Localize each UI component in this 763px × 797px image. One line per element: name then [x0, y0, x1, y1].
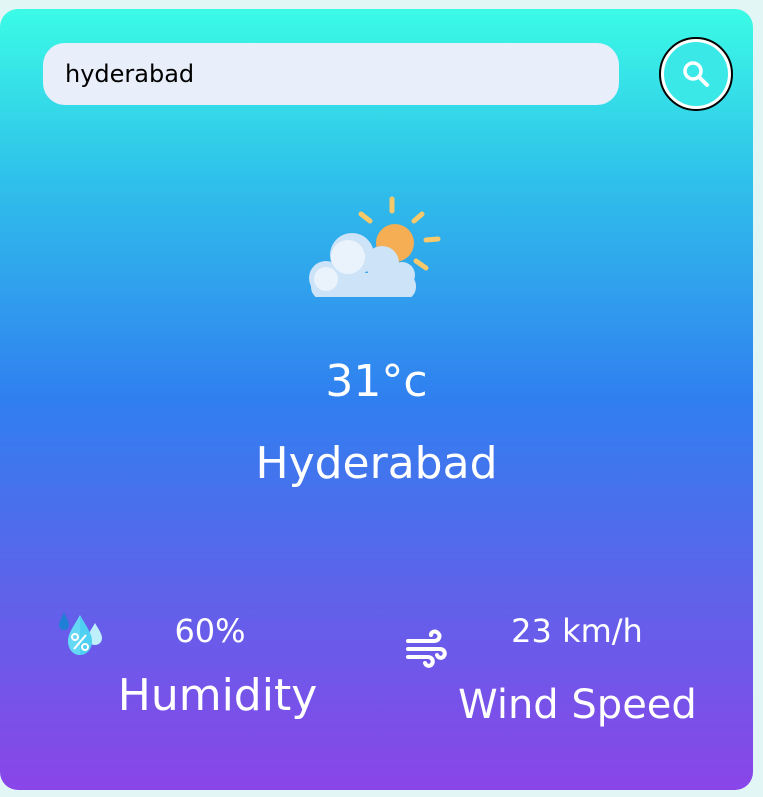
wind-speed-label: Wind Speed	[458, 682, 697, 728]
partly-cloudy-icon	[309, 196, 441, 297]
humidity-value: 60%	[174, 612, 246, 650]
wind-speed-value: 23 km/h	[511, 612, 643, 650]
weather-card: 31°c Hyderabad 60% Humidity 23 km/h Wind…	[0, 9, 753, 790]
search-icon	[664, 42, 728, 106]
temperature: 31°c	[325, 356, 428, 407]
wind-icon	[406, 629, 447, 668]
search-button[interactable]	[659, 37, 733, 111]
humidity-label: Humidity	[117, 670, 318, 721]
search-input[interactable]	[43, 43, 619, 105]
city-name: Hyderabad	[255, 438, 498, 489]
humidity-icon	[59, 612, 102, 655]
